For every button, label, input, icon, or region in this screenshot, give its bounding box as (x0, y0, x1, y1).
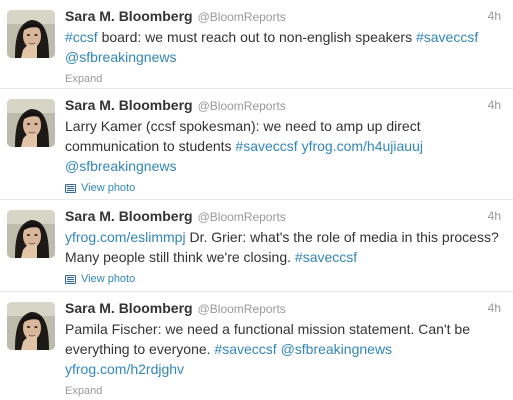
tweet-item[interactable]: Sara M. Bloomberg @BloomReports 4h #ccsf bo… (0, 0, 513, 89)
footer-label: Expand (65, 73, 103, 85)
expand-link[interactable]: Expand (65, 383, 501, 399)
tweet-text: Larry Kamer (ccsf spokesman): we need to… (65, 116, 505, 176)
footer-label: Expand (65, 385, 103, 397)
hashtag-link[interactable]: #saveccsf (295, 249, 357, 265)
tweet-timestamp[interactable]: 4h (488, 98, 501, 112)
view-photo-link[interactable]: View photo (65, 180, 501, 196)
hashtag-link[interactable]: #saveccsf (235, 138, 297, 154)
author-username[interactable]: @BloomReports (198, 210, 286, 224)
tweet-text-segment: board: we must reach out to non-english … (97, 29, 416, 45)
photo-icon (65, 274, 76, 284)
tweet-timestamp[interactable]: 4h (488, 9, 501, 23)
tweet-header: Sara M. Bloomberg @BloomReports (65, 300, 501, 319)
tweet-item[interactable]: Sara M. Bloomberg @BloomReports 4h yfrog.co… (0, 200, 513, 292)
tweet-text: yfrog.com/eslimmpj Dr. Grier: what's the… (65, 227, 505, 267)
author-username[interactable]: @BloomReports (198, 10, 286, 24)
tweet-header: Sara M. Bloomberg @BloomReports (65, 8, 501, 27)
user-avatar[interactable] (7, 99, 55, 147)
mention-link[interactable]: @sfbreakingnews (281, 341, 393, 357)
author-fullname[interactable]: Sara M. Bloomberg (65, 97, 193, 113)
author-fullname[interactable]: Sara M. Bloomberg (65, 208, 193, 224)
tweet-text: Pamila Fischer: we need a functional mis… (65, 319, 505, 379)
mention-link[interactable]: @sfbreakingnews (65, 49, 177, 65)
mention-link[interactable]: @sfbreakingnews (65, 158, 177, 174)
url-link[interactable]: yfrog.com/h2rdjghv (65, 361, 184, 377)
tweet-item[interactable]: Sara M. Bloomberg @BloomReports 4h Larry Ka… (0, 89, 513, 200)
footer-label: View photo (81, 182, 136, 194)
tweet-header: Sara M. Bloomberg @BloomReports (65, 208, 501, 227)
tweet-timeline: Sara M. Bloomberg @BloomReports 4h #ccsf bo… (0, 0, 513, 400)
url-link[interactable]: yfrog.com/h4ujiauuj (302, 138, 423, 154)
user-avatar[interactable] (7, 10, 55, 58)
tweet-timestamp[interactable]: 4h (488, 209, 501, 223)
photo-icon (65, 183, 76, 193)
user-avatar[interactable] (7, 210, 55, 258)
footer-label: View photo (81, 273, 136, 285)
hashtag-link[interactable]: #ccsf (65, 29, 98, 45)
hashtag-link[interactable]: #saveccsf (214, 341, 276, 357)
tweet-item[interactable]: Sara M. Bloomberg @BloomReports 4h Pamila F… (0, 292, 513, 400)
user-avatar[interactable] (7, 302, 55, 350)
url-link[interactable]: yfrog.com/eslimmpj (65, 229, 186, 245)
author-fullname[interactable]: Sara M. Bloomberg (65, 300, 193, 316)
expand-link[interactable]: Expand (65, 71, 501, 87)
author-username[interactable]: @BloomReports (198, 99, 286, 113)
author-fullname[interactable]: Sara M. Bloomberg (65, 8, 193, 24)
author-username[interactable]: @BloomReports (198, 302, 286, 316)
hashtag-link[interactable]: #saveccsf (416, 29, 478, 45)
tweet-header: Sara M. Bloomberg @BloomReports (65, 97, 501, 116)
tweet-timestamp[interactable]: 4h (488, 301, 501, 315)
tweet-text: #ccsf board: we must reach out to non-en… (65, 27, 505, 67)
view-photo-link[interactable]: View photo (65, 271, 501, 287)
